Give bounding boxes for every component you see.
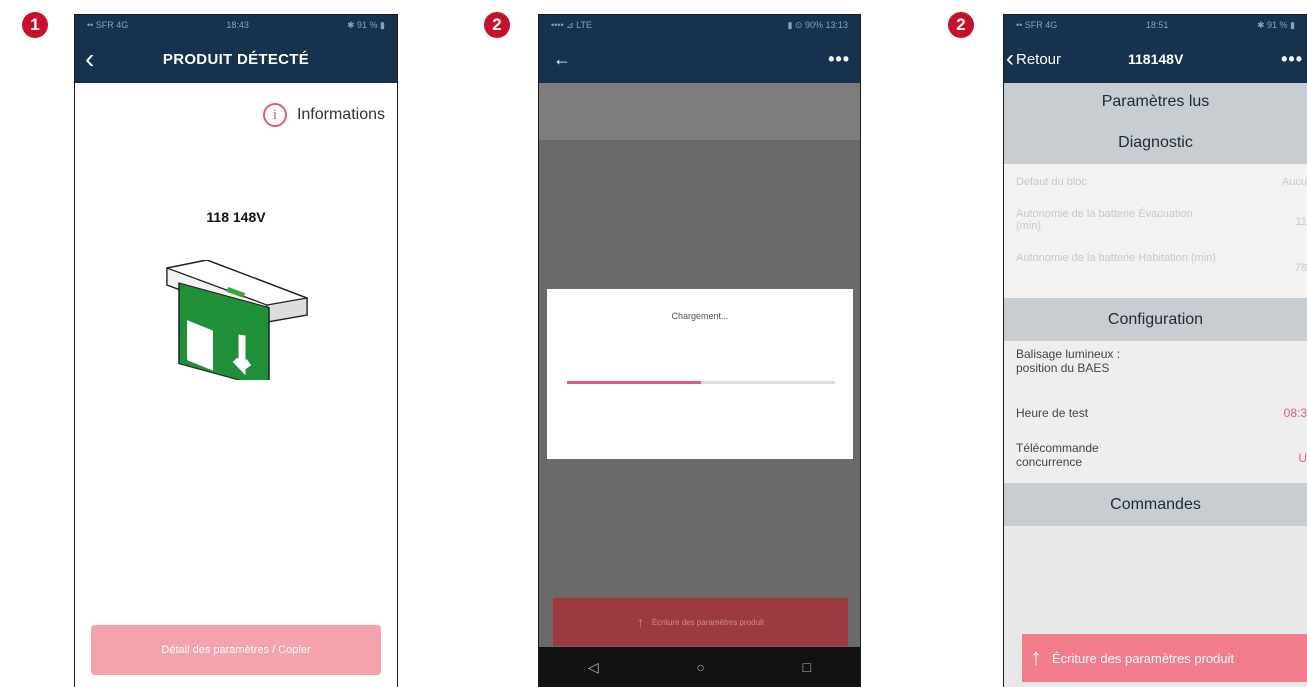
arrow-left-icon[interactable]: ← xyxy=(553,49,571,70)
row-label: Heure de test xyxy=(1016,406,1089,420)
step-badge-2: 2 xyxy=(484,12,510,38)
row-value: 08:3 xyxy=(1283,406,1307,420)
nav-bar: ‹ PRODUIT DÉTECTÉ xyxy=(75,35,397,83)
write-button-label: Écriture des paramètres produit xyxy=(651,617,765,627)
write-button-label: Écriture des paramètres produit xyxy=(1052,650,1235,666)
row-label: Defaut du bloc xyxy=(1016,176,1087,188)
row-value: 11 xyxy=(1295,216,1307,228)
detail-parameters-button[interactable]: Détail des paramètres / Copier xyxy=(91,625,381,675)
diag-row-autonomy-hab: Autonomie de la batterie Habitation (min… xyxy=(1004,248,1307,298)
android-back-icon[interactable]: ◁ xyxy=(588,659,599,676)
section-commands: Commandes xyxy=(1004,483,1307,526)
loading-progress-bar xyxy=(567,381,835,384)
more-menu-icon[interactable]: ••• xyxy=(828,49,850,70)
time-label: 18:51 xyxy=(1145,20,1169,30)
phone-screen-product-detected: •• SFR 4G 18:43 ✱ 91 % ▮ ‹ PRODUIT DÉTEC… xyxy=(74,14,398,687)
diag-row-autonomy-evac: Autonomie de la batterie Évacuation (min… xyxy=(1004,200,1307,248)
config-row-remote[interactable]: Télécommande concurrence U xyxy=(1004,437,1307,483)
arrow-up-icon: ↑ xyxy=(1030,644,1042,671)
chevron-left-icon: ‹ xyxy=(1006,45,1014,72)
informations-link[interactable]: i Informations xyxy=(262,103,385,127)
carrier-label: •••• ⊿ LTE xyxy=(551,19,592,30)
progress-fill xyxy=(567,381,701,384)
phone-screen-loading: •••• ⊿ LTE ▮ ⊙ 90% 13:13 ← ••• Chargemen… xyxy=(538,14,861,687)
arrow-up-icon: ↑ xyxy=(636,614,644,630)
row-label: Autonomie de la batterie Habitation (min… xyxy=(1016,252,1216,264)
config-row-balisage[interactable]: Balisage lumineux : position du BAES xyxy=(1004,341,1307,391)
carrier-label: •• SFR 4G xyxy=(1016,20,1058,30)
row-label: Autonomie de la batterie Évacuation (min… xyxy=(1016,208,1193,232)
product-name: 118 148V xyxy=(206,209,266,225)
emergency-exit-sign-image xyxy=(166,260,308,380)
row-label: Télécommande concurrence xyxy=(1016,441,1099,469)
nav-bar: ← ••• xyxy=(539,35,860,83)
status-bar: •••• ⊿ LTE ▮ ⊙ 90% 13:13 xyxy=(539,15,860,35)
page-title: PRODUIT DÉTECTÉ xyxy=(162,50,310,68)
diag-row-default: Defaut du bloc Aucu xyxy=(1004,164,1307,200)
battery-label: ✱ 91 % ▮ xyxy=(346,19,385,30)
step-badge-2-second: 2 xyxy=(948,12,974,38)
back-button[interactable]: ‹ Retour xyxy=(1006,45,1062,72)
more-menu-icon[interactable]: ••• xyxy=(1281,49,1303,70)
section-configuration: Configuration xyxy=(1004,298,1307,341)
row-value: Aucu xyxy=(1281,176,1307,188)
android-recent-icon[interactable]: □ xyxy=(803,659,811,675)
section-read-parameters: Paramètres lus xyxy=(1004,83,1307,121)
back-label: Retour xyxy=(1016,50,1062,68)
time-label: 18:43 xyxy=(226,20,249,30)
step-badge-1: 1 xyxy=(22,12,48,38)
battery-label: ▮ ⊙ 90% 13:13 xyxy=(787,19,848,30)
config-row-test-time[interactable]: Heure de test 08:3 xyxy=(1004,391,1307,437)
android-nav-bar: ◁ ○ □ xyxy=(539,647,860,687)
row-value: U xyxy=(1298,451,1307,465)
row-value: 78 xyxy=(1294,262,1307,274)
loading-label: Chargement... xyxy=(671,311,729,321)
nav-bar: ‹ Retour 118148V ••• xyxy=(1004,35,1307,83)
info-icon: i xyxy=(262,103,287,127)
phone-screen-parameters: •• SFR 4G 18:51 ✱ 91 % ▮ ‹ Retour 118148… xyxy=(1003,14,1307,687)
write-parameters-button[interactable]: ↑ Écriture des paramètres produit xyxy=(553,598,848,646)
row-label: Balisage lumineux : position du BAES xyxy=(1016,347,1121,375)
battery-label: ✱ 91 % ▮ xyxy=(1256,19,1295,30)
header-band xyxy=(539,83,860,140)
loading-dialog: Chargement... xyxy=(547,289,853,459)
section-diagnostic: Diagnostic xyxy=(1004,121,1307,164)
informations-label: Informations xyxy=(296,106,385,123)
status-bar: •• SFR 4G 18:51 ✱ 91 % ▮ xyxy=(1004,15,1307,35)
page-title: 118148V xyxy=(1128,51,1184,67)
android-home-icon[interactable]: ○ xyxy=(696,659,704,675)
carrier-label: •• SFR 4G xyxy=(87,20,129,30)
write-parameters-button[interactable]: ↑ Écriture des paramètres produit xyxy=(1022,634,1307,682)
status-bar: •• SFR 4G 18:43 ✱ 91 % ▮ xyxy=(75,15,397,35)
